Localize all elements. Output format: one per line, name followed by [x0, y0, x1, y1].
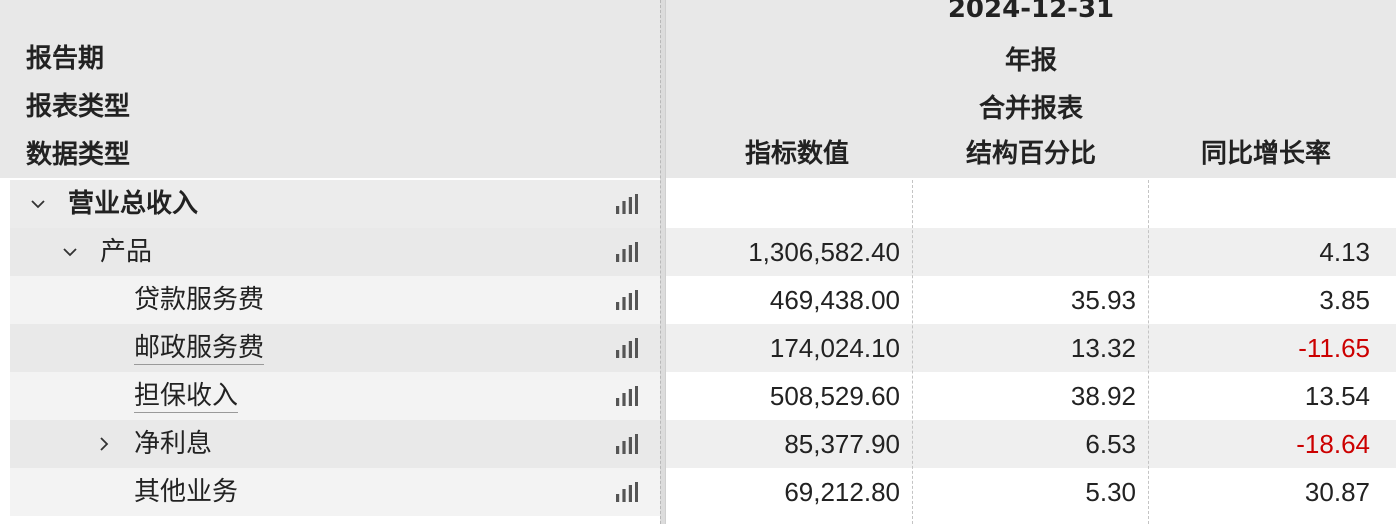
row-label: 产品 [100, 228, 152, 276]
row-label-text: 净利息 [134, 429, 213, 459]
chevron-down-icon[interactable] [56, 228, 84, 276]
value-cell: 1,306,582.40 [748, 237, 900, 267]
yoy-growth-cell: 30.87 [1304, 477, 1370, 507]
yoy-growth-cell: 13.54 [1304, 381, 1370, 411]
table-row[interactable]: 邮政服务费 174,024.10 13.32 -11.65 [10, 324, 1396, 372]
yoy-growth-cell [1150, 180, 1370, 228]
value-cell: 174,024.10 [769, 333, 900, 363]
structure-pct-cell [914, 180, 1136, 228]
frozen-column-divider[interactable] [660, 0, 666, 524]
header-labels: 报告期 报表类型 数据类型 [10, 0, 662, 178]
value-cell [666, 180, 900, 228]
statement-type-label: 报表类型 [26, 92, 131, 122]
bar-chart-icon[interactable] [614, 336, 638, 360]
table-row[interactable]: 营业总收入 [10, 180, 1396, 228]
bar-chart-icon[interactable] [614, 192, 638, 216]
report-period-label: 报告期 [26, 44, 105, 74]
table-row[interactable]: 其他业务 69,212.80 5.30 30.87 [10, 468, 1396, 516]
bar-chart-icon[interactable] [614, 480, 638, 504]
bar-chart-icon[interactable] [614, 240, 638, 264]
structure-pct-cell: 35.93 [1070, 285, 1136, 315]
yoy-growth-cell: 3.85 [1319, 285, 1370, 315]
value-cell: 85,377.90 [784, 429, 900, 459]
column-header-value[interactable]: 指标数值 [666, 133, 928, 170]
chevron-down-icon[interactable] [24, 180, 52, 228]
row-label-cell [10, 372, 662, 420]
structure-pct-cell: 38.92 [1070, 381, 1136, 411]
table-row[interactable]: 贷款服务费 469,438.00 35.93 3.85 [10, 276, 1396, 324]
value-cell: 508,529.60 [769, 381, 900, 411]
yoy-growth-cell: 4.13 [1319, 237, 1370, 267]
table-row[interactable]: 担保收入 508,529.60 38.92 13.54 [10, 372, 1396, 420]
table-row[interactable]: 净利息 85,377.90 6.53 -18.64 [10, 420, 1396, 468]
structure-pct-cell: 13.32 [1070, 333, 1136, 363]
row-label[interactable]: 担保收入 [134, 372, 239, 420]
statement-type-value: 合并报表 [978, 94, 1083, 124]
row-label-text: 营业总收入 [68, 189, 199, 219]
row-label: 净利息 [134, 420, 212, 468]
chevron-right-icon[interactable] [90, 420, 118, 468]
structure-pct-cell: 5.30 [1085, 477, 1136, 507]
column-header-structure-pct[interactable]: 结构百分比 [916, 133, 1146, 170]
bar-chart-icon[interactable] [614, 384, 638, 408]
column-divider [1148, 180, 1149, 524]
value-cell: 69,212.80 [784, 477, 900, 507]
column-header-yoy-growth[interactable]: 同比增长率 [1150, 133, 1382, 170]
row-label-text: 其他业务 [134, 477, 239, 507]
row-label: 贷款服务费 [134, 276, 264, 324]
row-label: 其他业务 [134, 468, 238, 516]
structure-pct-cell [914, 228, 1136, 276]
yoy-growth-cell: -18.64 [1296, 429, 1370, 459]
yoy-growth-cell: -11.65 [1298, 333, 1370, 363]
row-label-cell [10, 276, 662, 324]
row-label-cell [10, 324, 662, 372]
column-divider [912, 180, 913, 524]
row-label-cell [10, 468, 662, 516]
value-cell: 469,438.00 [769, 285, 900, 315]
bar-chart-icon[interactable] [614, 432, 638, 456]
bar-chart-icon[interactable] [614, 288, 638, 312]
row-label-text: 贷款服务费 [134, 285, 265, 315]
row-label: 营业总收入 [68, 180, 198, 228]
row-label[interactable]: 邮政服务费 [134, 324, 265, 372]
row-label-text: 产品 [100, 237, 153, 267]
table-header: 报告期 报表类型 数据类型 2024-12-31 年报 合并报表 指标数值 结构… [0, 0, 1396, 178]
report-kind-value: 年报 [1004, 46, 1057, 76]
structure-pct-cell: 6.53 [1085, 429, 1136, 459]
row-label-text: 邮政服务费 [134, 333, 265, 365]
period-value: 2024-12-31 [947, 0, 1115, 24]
table-row[interactable]: 产品 1,306,582.40 4.13 [10, 228, 1396, 276]
row-label-text: 担保收入 [134, 381, 239, 413]
data-type-label: 数据类型 [26, 140, 131, 170]
